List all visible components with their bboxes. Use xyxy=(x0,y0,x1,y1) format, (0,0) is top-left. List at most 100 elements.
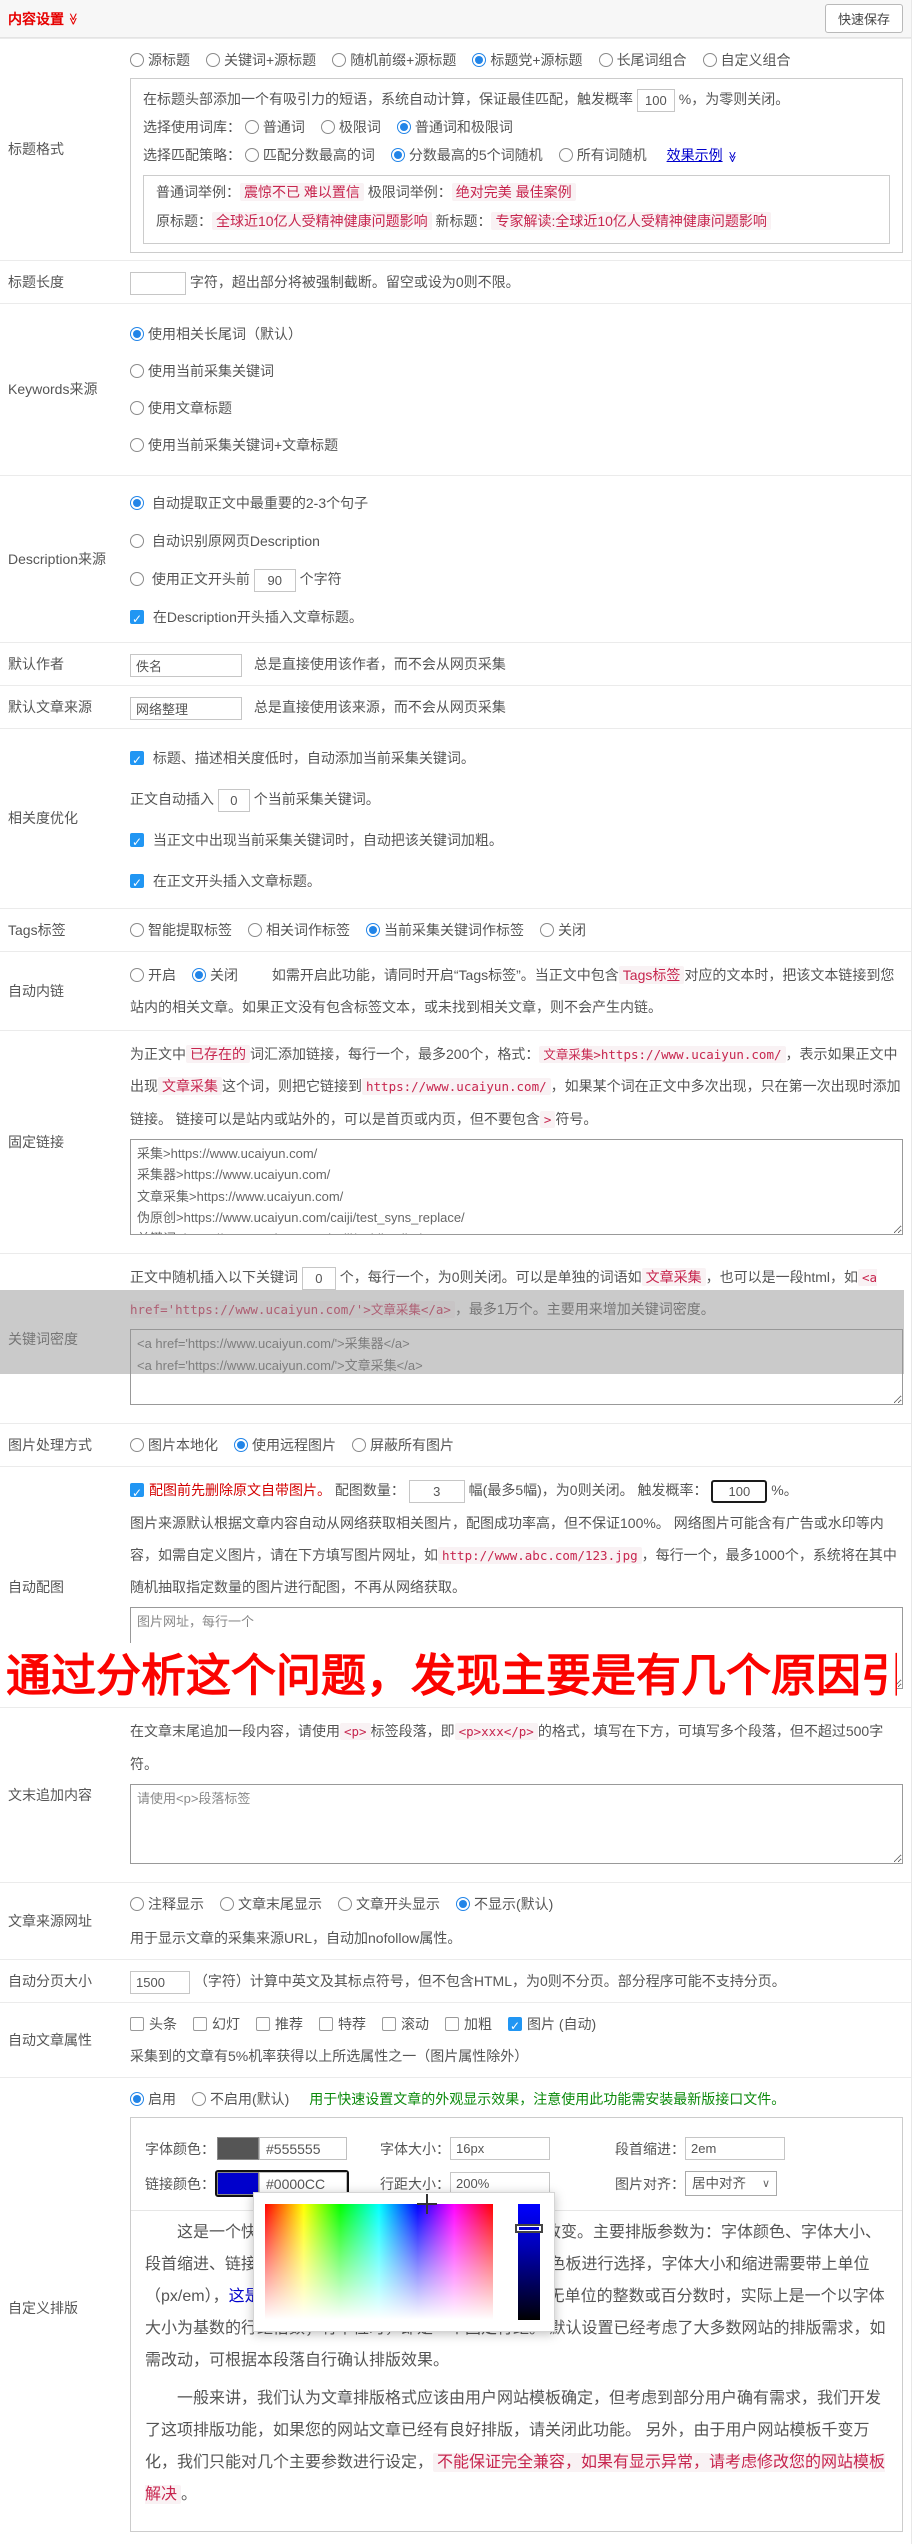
auto-image-delete-checkbox[interactable]: 配图前先删除原文自带图片。 xyxy=(130,1480,331,1508)
checkbox-icon[interactable] xyxy=(130,1480,144,1508)
checkbox-icon[interactable] xyxy=(319,2016,333,2031)
image-align-select[interactable]: 居中对齐 ∨ xyxy=(685,2171,777,2197)
attributes-check-group-option-5[interactable]: 加粗 xyxy=(445,2010,492,2038)
attributes-check-group-option-6[interactable]: 图片 (自动) xyxy=(508,2010,596,2038)
radio-icon[interactable] xyxy=(390,148,405,162)
radio-icon[interactable] xyxy=(130,967,144,982)
radio-icon[interactable] xyxy=(396,120,411,134)
keywords-source-radio-group-option-2[interactable]: 使用文章标题 xyxy=(130,394,903,422)
title-length-input[interactable] xyxy=(130,271,186,295)
radio-icon[interactable] xyxy=(192,2091,206,2106)
dict-radio-group-option-2[interactable]: 普通词和极限词 xyxy=(396,113,513,141)
radio-icon[interactable] xyxy=(244,120,259,134)
autolink-radio-group-option-0[interactable]: 开启 xyxy=(130,959,176,991)
autolink-radio-group-option-1[interactable]: 关闭 xyxy=(192,959,238,991)
source-url-radio-group-option-1[interactable]: 文章末尾显示 xyxy=(220,1890,322,1918)
title-format-radio-group-option-2[interactable]: 随机前缀+源标题 xyxy=(332,46,456,74)
radio-icon[interactable] xyxy=(320,120,335,134)
keyword-density-textarea[interactable]: <a href='https://www.ucaiyun.com/'>采集器</… xyxy=(130,1329,903,1406)
radio-icon[interactable] xyxy=(130,2091,144,2106)
checkbox-icon[interactable] xyxy=(130,607,144,631)
radio-icon[interactable] xyxy=(130,1896,144,1911)
attributes-check-group-option-3[interactable]: 特荐 xyxy=(319,2010,366,2038)
keywords-source-radio-group-option-3[interactable]: 使用当前采集关键词+文章标题 xyxy=(130,431,903,459)
strategy-radio-group-option-2[interactable]: 所有词随机 xyxy=(558,141,647,169)
tags-radio-group-option-0[interactable]: 智能提取标签 xyxy=(130,916,232,944)
desc-option-1[interactable]: 自动提取正文中最重要的2-3个句子 xyxy=(130,489,903,517)
dict-radio-group-option-0[interactable]: 普通词 xyxy=(244,113,305,141)
attributes-check-group-option-2[interactable]: 推荐 xyxy=(256,2010,303,2038)
radio-icon[interactable] xyxy=(130,326,144,341)
title-trigger-probability-input[interactable] xyxy=(636,88,675,112)
demo-chevron-icon[interactable]: ≫ xyxy=(720,151,742,163)
source-url-radio-group-option-2[interactable]: 文章开头显示 xyxy=(338,1890,440,1918)
tags-radio-group-option-3[interactable]: 关闭 xyxy=(540,916,586,944)
checkbox-icon[interactable] xyxy=(256,2016,270,2031)
checkbox-icon[interactable] xyxy=(445,2016,459,2031)
font-size-input[interactable] xyxy=(450,2137,550,2161)
slider-handle[interactable] xyxy=(515,2223,543,2233)
font-color-input[interactable] xyxy=(259,2137,347,2161)
checkbox-icon[interactable] xyxy=(382,2016,396,2031)
attributes-check-group-option-4[interactable]: 滚动 xyxy=(382,2010,429,2038)
typography-radio-group-option-0[interactable]: 启用 xyxy=(130,2085,176,2113)
desc-insert-title-checkbox[interactable]: 在Description开头插入文章标题。 xyxy=(130,603,903,631)
radio-icon[interactable] xyxy=(248,922,262,937)
checkbox-icon[interactable] xyxy=(508,2014,522,2038)
checkbox-icon[interactable] xyxy=(130,748,144,772)
strategy-radio-group-option-0[interactable]: 匹配分数最高的词 xyxy=(244,141,375,169)
keywords-source-radio-group-option-0[interactable]: 使用相关长尾词（默认） xyxy=(130,320,903,348)
image-mode-radio-group-option-1[interactable]: 使用远程图片 xyxy=(234,1431,336,1459)
title-format-radio-group-option-3[interactable]: 标题党+源标题 xyxy=(472,46,583,74)
checkbox-icon[interactable] xyxy=(130,830,144,854)
relevance-checkbox-3[interactable]: 在正文开头插入文章标题。 xyxy=(130,867,903,895)
radio-icon[interactable] xyxy=(130,495,144,510)
fixed-links-textarea[interactable]: 采集>https://www.ucaiyun.com/ 采集器>https://… xyxy=(130,1138,903,1235)
picker-cursor[interactable] xyxy=(417,2193,437,2214)
radio-icon[interactable] xyxy=(130,533,144,548)
image-count-input[interactable] xyxy=(408,1480,465,1504)
radio-icon[interactable] xyxy=(130,922,144,937)
append-content-textarea[interactable] xyxy=(130,1783,903,1864)
relevance-checkbox-2[interactable]: 当正文中出现当前采集关键词时，自动把该关键词加粗。 xyxy=(130,826,903,854)
collapse-chevron-icon[interactable]: ≫ xyxy=(66,12,80,25)
default-author-input[interactable] xyxy=(130,653,242,677)
relevance-insert-count-input[interactable] xyxy=(217,788,250,812)
desc-first-chars-input[interactable] xyxy=(253,568,296,592)
attributes-check-group-option-1[interactable]: 幻灯 xyxy=(193,2010,240,2038)
title-format-radio-group-option-1[interactable]: 关键词+源标题 xyxy=(206,46,316,74)
desc-option-3[interactable]: 使用正文开头前 个字符 xyxy=(130,565,903,593)
radio-icon[interactable] xyxy=(472,53,487,67)
title-format-radio-group-option-0[interactable]: 源标题 xyxy=(130,46,190,74)
radio-icon[interactable] xyxy=(352,1438,366,1453)
dict-radio-group-option-1[interactable]: 极限词 xyxy=(320,113,381,141)
desc-option-2[interactable]: 自动识别原网页Description xyxy=(130,527,903,555)
tags-radio-group-option-2[interactable]: 当前采集关键词作标签 xyxy=(366,916,524,944)
keyword-density-count-input[interactable] xyxy=(301,1266,336,1290)
radio-icon[interactable] xyxy=(130,400,144,415)
strategy-radio-group-option-1[interactable]: 分数最高的5个词随机 xyxy=(390,141,543,169)
radio-icon[interactable] xyxy=(130,571,144,586)
font-color-control[interactable] xyxy=(215,2135,349,2162)
source-url-radio-group-option-0[interactable]: 注释显示 xyxy=(130,1890,204,1918)
saturation-field[interactable] xyxy=(265,2193,493,2320)
tags-radio-group-option-1[interactable]: 相关词作标签 xyxy=(248,916,350,944)
image-trigger-probability-input[interactable] xyxy=(711,1480,768,1504)
radio-icon[interactable] xyxy=(702,53,717,67)
radio-icon[interactable] xyxy=(332,53,347,67)
radio-icon[interactable] xyxy=(234,1438,248,1453)
radio-icon[interactable] xyxy=(206,53,220,67)
radio-icon[interactable] xyxy=(598,53,613,67)
default-source-input[interactable] xyxy=(130,696,242,720)
radio-icon[interactable] xyxy=(130,437,144,452)
title-format-radio-group-option-5[interactable]: 自定义组合 xyxy=(702,46,791,74)
typography-radio-group-option-1[interactable]: 不启用(默认) xyxy=(192,2085,289,2113)
radio-icon[interactable] xyxy=(456,1896,470,1911)
checkbox-icon[interactable] xyxy=(130,2016,144,2031)
checkbox-icon[interactable] xyxy=(193,2016,207,2031)
keywords-source-radio-group-option-1[interactable]: 使用当前采集关键词 xyxy=(130,357,903,385)
radio-icon[interactable] xyxy=(540,922,554,937)
attributes-check-group-option-0[interactable]: 头条 xyxy=(130,2010,177,2038)
font-color-swatch[interactable] xyxy=(217,2137,259,2161)
radio-icon[interactable] xyxy=(130,1438,144,1453)
